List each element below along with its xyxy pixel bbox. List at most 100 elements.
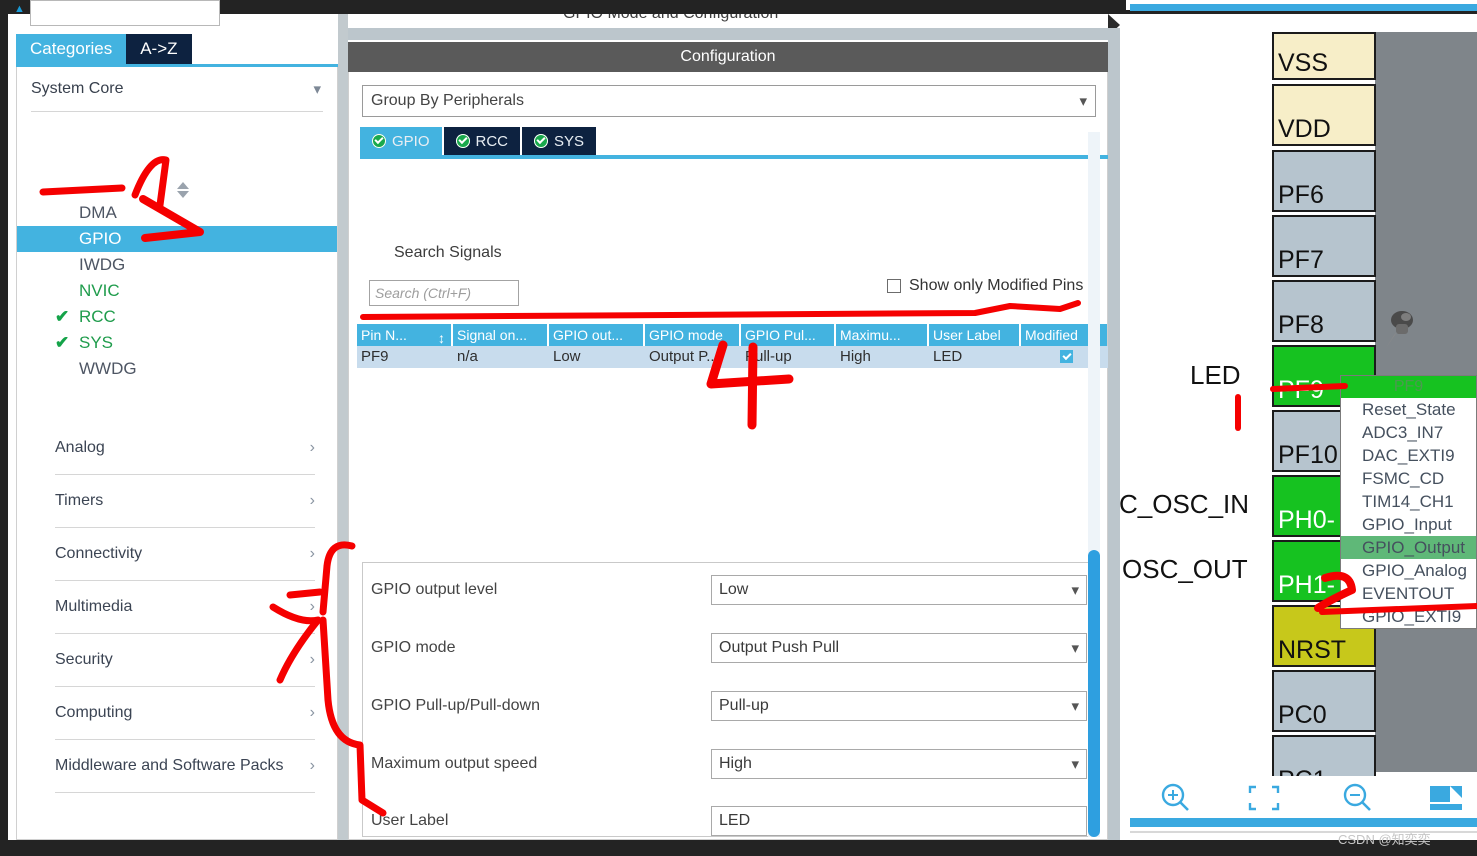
field-value: High bbox=[719, 755, 752, 772]
maximum-output-speed-select[interactable]: High ▾ bbox=[711, 749, 1087, 779]
fit-to-screen-icon[interactable] bbox=[1246, 781, 1290, 815]
tab-a-to-z[interactable]: A->Z bbox=[126, 34, 192, 64]
menu-item-gpio-exti9[interactable]: GPIO_EXTI9 bbox=[1341, 605, 1476, 628]
chevron-right-icon[interactable]: › bbox=[310, 704, 315, 722]
configuration-scrollbar-thumb[interactable] bbox=[1088, 550, 1100, 837]
tab-rcc[interactable]: RCC bbox=[443, 127, 521, 155]
sidebar-item-wwdg[interactable]: WWDG bbox=[17, 356, 337, 382]
checkbox-icon[interactable] bbox=[887, 279, 901, 293]
table-row[interactable]: PF9 n/a Low Output P... Pull-up High LED bbox=[357, 346, 1109, 368]
sidebar-item-gpio[interactable]: GPIO bbox=[17, 226, 337, 252]
chevron-right-icon[interactable]: › bbox=[310, 598, 315, 616]
category-connectivity[interactable]: Connectivity › bbox=[17, 528, 337, 580]
chevron-down-icon[interactable]: ▾ bbox=[1071, 697, 1079, 715]
category-multimedia[interactable]: Multimedia › bbox=[17, 581, 337, 633]
show-modified-pins-label: Show only Modified Pins bbox=[909, 277, 1084, 294]
menu-item-gpio-input[interactable]: GPIO_Input bbox=[1341, 513, 1476, 536]
chevron-down-icon[interactable]: ▾ bbox=[1079, 92, 1087, 110]
menu-item-dac-exti9[interactable]: DAC_EXTI9 bbox=[1341, 444, 1476, 467]
field-label: GPIO mode bbox=[371, 639, 456, 656]
sidebar-item-label: WWDG bbox=[79, 359, 137, 378]
pin-property-form: GPIO output level Low ▾ GPIO mode Output… bbox=[362, 562, 1090, 837]
col-pin-name[interactable]: Pin N... ↕ bbox=[357, 324, 453, 346]
chevron-right-icon[interactable]: › bbox=[310, 651, 315, 669]
group-by-value: Group By Peripherals bbox=[371, 92, 524, 109]
tab-gpio[interactable]: GPIO bbox=[360, 127, 442, 155]
chevron-right-icon[interactable]: › bbox=[310, 757, 315, 775]
col-gpio-output[interactable]: GPIO out... bbox=[549, 324, 645, 346]
search-signals-input[interactable]: Search (Ctrl+F) bbox=[369, 280, 519, 306]
checkbox-checked-icon[interactable] bbox=[1059, 350, 1073, 363]
menu-item-gpio-output[interactable]: GPIO_Output bbox=[1341, 536, 1476, 559]
category-computing[interactable]: Computing › bbox=[17, 687, 337, 739]
pin-label: VSS bbox=[1278, 49, 1329, 77]
col-gpio-mode[interactable]: GPIO mode bbox=[645, 324, 741, 346]
chevron-down-icon[interactable]: ▾ bbox=[1071, 639, 1079, 657]
group-system-core-label: System Core bbox=[31, 80, 124, 97]
sort-icon[interactable]: ↕ bbox=[438, 327, 445, 346]
configuration-header: Configuration bbox=[348, 42, 1108, 72]
sidebar-item-iwdg[interactable]: IWDG bbox=[17, 252, 337, 278]
group-by-select[interactable]: Group By Peripherals ▾ bbox=[362, 85, 1096, 117]
pin-pf6[interactable]: PF6 bbox=[1272, 150, 1376, 212]
menu-item-fsmc-cd[interactable]: FSMC_CD bbox=[1341, 467, 1476, 490]
scroll-stepper[interactable] bbox=[177, 182, 193, 202]
sidebar-item-rcc[interactable]: ✔ RCC bbox=[17, 304, 337, 330]
zoom-in-icon[interactable] bbox=[1154, 781, 1198, 815]
watermark-text: CSDN @知奕奕 bbox=[1338, 832, 1431, 847]
show-modified-pins-checkbox[interactable]: Show only Modified Pins bbox=[887, 277, 1083, 295]
col-maximum-speed[interactable]: Maximu... bbox=[836, 324, 929, 346]
search-collapse-icon[interactable]: ▲ bbox=[14, 4, 25, 15]
sidebar-item-sys[interactable]: ✔ SYS bbox=[17, 330, 337, 356]
menu-item-tim14-ch1[interactable]: TIM14_CH1 bbox=[1341, 490, 1476, 513]
pin-vdd[interactable]: VDD bbox=[1272, 84, 1376, 146]
chevron-down-icon[interactable]: ▾ bbox=[1071, 581, 1079, 599]
category-analog[interactable]: Analog › bbox=[17, 422, 337, 474]
pin-label: PC0 bbox=[1278, 701, 1327, 729]
menu-item-gpio-analog[interactable]: GPIO_Analog bbox=[1341, 559, 1476, 582]
sidebar-search-input[interactable] bbox=[30, 0, 220, 26]
sidebar-tabs: Categories A->Z bbox=[16, 34, 192, 64]
col-signal-on[interactable]: Signal on... bbox=[453, 324, 549, 346]
chevron-right-icon[interactable]: › bbox=[310, 492, 315, 510]
pin-vss[interactable]: VSS bbox=[1272, 32, 1376, 80]
export-icon[interactable] bbox=[1422, 780, 1470, 816]
category-security[interactable]: Security › bbox=[17, 634, 337, 686]
category-label: Analog bbox=[55, 439, 105, 456]
gpio-output-level-select[interactable]: Low ▾ bbox=[711, 575, 1087, 605]
pin-label: PF7 bbox=[1278, 246, 1324, 274]
chevron-up-icon[interactable] bbox=[177, 182, 189, 189]
category-timers[interactable]: Timers › bbox=[17, 475, 337, 527]
sidebar-item-dma[interactable]: DMA bbox=[17, 200, 337, 226]
tab-label: GPIO bbox=[392, 132, 430, 150]
gpio-pull-select[interactable]: Pull-up ▾ bbox=[711, 691, 1087, 721]
field-gpio-pull: GPIO Pull-up/Pull-down Pull-up ▾ bbox=[371, 691, 1087, 721]
col-user-label[interactable]: User Label bbox=[929, 324, 1021, 346]
gpio-mode-select[interactable]: Output Push Pull ▾ bbox=[711, 633, 1087, 663]
field-user-label: User Label LED bbox=[371, 806, 1087, 836]
menu-item-reset-state[interactable]: Reset_State bbox=[1341, 398, 1476, 421]
menu-item-adc3-in7[interactable]: ADC3_IN7 bbox=[1341, 421, 1476, 444]
menu-item-eventout[interactable]: EVENTOUT bbox=[1341, 582, 1476, 605]
pin-label: VDD bbox=[1278, 115, 1331, 143]
chevron-right-icon[interactable]: › bbox=[310, 545, 315, 563]
pin-pf7[interactable]: PF7 bbox=[1272, 215, 1376, 277]
user-label-input[interactable]: LED bbox=[711, 806, 1087, 836]
pinout-top-accent bbox=[1130, 4, 1477, 11]
net-label-led: LED bbox=[1190, 360, 1241, 390]
zoom-out-icon[interactable] bbox=[1336, 781, 1380, 815]
sidebar-item-nvic[interactable]: NVIC bbox=[17, 278, 337, 304]
context-menu-title: PF9 bbox=[1341, 376, 1476, 398]
chevron-down-icon[interactable]: ▾ bbox=[313, 80, 321, 98]
tab-categories[interactable]: Categories bbox=[16, 34, 127, 64]
pin-pc0[interactable]: PC0 bbox=[1272, 670, 1376, 732]
chevron-down-icon[interactable] bbox=[177, 191, 189, 198]
group-system-core[interactable]: System Core ▾ bbox=[17, 67, 337, 111]
category-middleware[interactable]: Middleware and Software Packs › bbox=[17, 740, 337, 792]
tab-sys[interactable]: SYS bbox=[522, 127, 597, 155]
table-header-row: Pin N... ↕ Signal on... GPIO out... GPIO… bbox=[357, 324, 1109, 346]
chevron-right-icon[interactable]: › bbox=[310, 439, 315, 457]
pin-pf8[interactable]: PF8 bbox=[1272, 280, 1376, 342]
chevron-down-icon[interactable]: ▾ bbox=[1071, 755, 1079, 773]
col-gpio-pull[interactable]: GPIO Pul... bbox=[741, 324, 836, 346]
